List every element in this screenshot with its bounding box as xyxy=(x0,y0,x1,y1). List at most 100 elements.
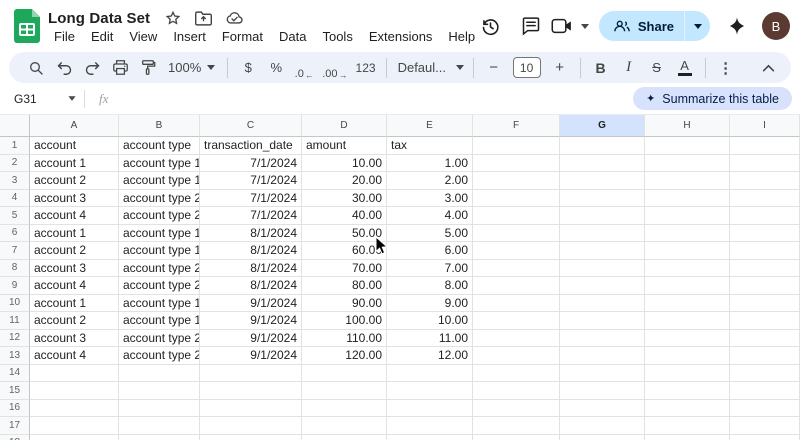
cell-G11[interactable] xyxy=(560,312,645,330)
font-select[interactable]: Defaul... xyxy=(394,56,466,80)
cell-D11[interactable]: 100.00 xyxy=(302,312,387,330)
cell-H7[interactable] xyxy=(645,242,730,260)
cell-I15[interactable] xyxy=(730,382,800,400)
join-call-button[interactable] xyxy=(551,17,589,35)
cell-E18[interactable] xyxy=(387,434,473,440)
star-icon[interactable] xyxy=(164,10,181,27)
menu-data[interactable]: Data xyxy=(271,27,314,47)
cell-B5[interactable]: account type 2 xyxy=(119,207,200,225)
cell-E1[interactable]: tax xyxy=(387,137,473,155)
column-header-f[interactable]: F xyxy=(473,115,560,137)
cell-C16[interactable] xyxy=(200,399,302,417)
version-history-icon[interactable] xyxy=(471,7,511,45)
cell-H2[interactable] xyxy=(645,154,730,172)
select-all-corner[interactable] xyxy=(0,115,30,137)
cell-A13[interactable]: account 4 xyxy=(30,347,119,365)
join-call-caret-icon[interactable] xyxy=(580,23,589,29)
cell-C11[interactable]: 9/1/2024 xyxy=(200,312,302,330)
cell-C4[interactable]: 7/1/2024 xyxy=(200,189,302,207)
cell-G6[interactable] xyxy=(560,224,645,242)
cell-A15[interactable] xyxy=(30,382,119,400)
cell-A7[interactable]: account 2 xyxy=(30,242,119,260)
cell-C3[interactable]: 7/1/2024 xyxy=(200,172,302,190)
bold-button[interactable]: B xyxy=(588,56,614,80)
cell-A11[interactable]: account 2 xyxy=(30,312,119,330)
cell-A3[interactable]: account 2 xyxy=(30,172,119,190)
column-header-e[interactable]: E xyxy=(387,115,473,137)
cell-D6[interactable]: 50.00 xyxy=(302,224,387,242)
cell-E4[interactable]: 3.00 xyxy=(387,189,473,207)
cell-I16[interactable] xyxy=(730,399,800,417)
cell-E10[interactable]: 9.00 xyxy=(387,294,473,312)
cell-F9[interactable] xyxy=(473,277,560,295)
cell-G14[interactable] xyxy=(560,364,645,382)
cell-F11[interactable] xyxy=(473,312,560,330)
row-header-18[interactable]: 18 xyxy=(0,434,30,440)
cell-D9[interactable]: 80.00 xyxy=(302,277,387,295)
cell-E16[interactable] xyxy=(387,399,473,417)
cell-I7[interactable] xyxy=(730,242,800,260)
cell-G1[interactable] xyxy=(560,137,645,155)
cell-E14[interactable] xyxy=(387,364,473,382)
cell-C5[interactable]: 7/1/2024 xyxy=(200,207,302,225)
cell-A12[interactable]: account 3 xyxy=(30,329,119,347)
more-options-button[interactable]: ⋮ xyxy=(713,56,739,80)
cell-A16[interactable] xyxy=(30,399,119,417)
format-currency-button[interactable]: $ xyxy=(235,56,261,80)
cell-I1[interactable] xyxy=(730,137,800,155)
cell-F16[interactable] xyxy=(473,399,560,417)
cell-I18[interactable] xyxy=(730,434,800,440)
cell-A18[interactable] xyxy=(30,434,119,440)
cell-G13[interactable] xyxy=(560,347,645,365)
cell-F15[interactable] xyxy=(473,382,560,400)
cell-B7[interactable]: account type 1 xyxy=(119,242,200,260)
cell-D16[interactable] xyxy=(302,399,387,417)
cell-F6[interactable] xyxy=(473,224,560,242)
google-sheets-logo[interactable] xyxy=(14,9,40,43)
cell-B11[interactable]: account type 1 xyxy=(119,312,200,330)
cell-C15[interactable] xyxy=(200,382,302,400)
undo-icon[interactable] xyxy=(51,56,77,80)
cell-B8[interactable]: account type 2 xyxy=(119,259,200,277)
cell-E6[interactable]: 5.00 xyxy=(387,224,473,242)
cell-E2[interactable]: 1.00 xyxy=(387,154,473,172)
gemini-sparkle-icon[interactable] xyxy=(722,16,752,36)
cell-D4[interactable]: 30.00 xyxy=(302,189,387,207)
cell-C18[interactable] xyxy=(200,434,302,440)
cell-F8[interactable] xyxy=(473,259,560,277)
cell-C1[interactable]: transaction_date xyxy=(200,137,302,155)
row-header-5[interactable]: 5 xyxy=(0,207,30,225)
cell-H14[interactable] xyxy=(645,364,730,382)
cell-F12[interactable] xyxy=(473,329,560,347)
strikethrough-button[interactable]: S xyxy=(644,56,670,80)
row-header-8[interactable]: 8 xyxy=(0,259,30,277)
cell-B13[interactable]: account type 2 xyxy=(119,347,200,365)
cell-F10[interactable] xyxy=(473,294,560,312)
cell-F4[interactable] xyxy=(473,189,560,207)
cell-G10[interactable] xyxy=(560,294,645,312)
document-title[interactable]: Long Data Set xyxy=(48,10,150,27)
cell-I3[interactable] xyxy=(730,172,800,190)
cell-H1[interactable] xyxy=(645,137,730,155)
increase-decimal-button[interactable]: .00 → xyxy=(319,56,350,80)
cell-G8[interactable] xyxy=(560,259,645,277)
row-header-13[interactable]: 13 xyxy=(0,347,30,365)
cell-A17[interactable] xyxy=(30,417,119,435)
row-header-10[interactable]: 10 xyxy=(0,294,30,312)
account-avatar[interactable]: B xyxy=(762,12,790,40)
cell-E9[interactable]: 8.00 xyxy=(387,277,473,295)
column-header-i[interactable]: I xyxy=(730,115,800,137)
summarize-table-button[interactable]: ✦ Summarize this table xyxy=(633,87,792,110)
cell-H8[interactable] xyxy=(645,259,730,277)
share-dropdown[interactable] xyxy=(684,11,710,41)
cell-B10[interactable]: account type 1 xyxy=(119,294,200,312)
cell-A6[interactable]: account 1 xyxy=(30,224,119,242)
cell-G2[interactable] xyxy=(560,154,645,172)
cell-I9[interactable] xyxy=(730,277,800,295)
search-icon[interactable] xyxy=(23,56,49,80)
comments-icon[interactable] xyxy=(511,7,551,45)
cell-B6[interactable]: account type 1 xyxy=(119,224,200,242)
cell-C7[interactable]: 8/1/2024 xyxy=(200,242,302,260)
cell-H3[interactable] xyxy=(645,172,730,190)
cell-B14[interactable] xyxy=(119,364,200,382)
